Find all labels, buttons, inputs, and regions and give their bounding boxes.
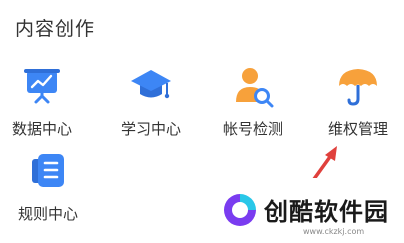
grid-item-rights-protection[interactable]: 维权管理 <box>313 64 403 139</box>
grid-item-label: 维权管理 <box>327 120 388 138</box>
section-title: 内容创作 <box>15 18 96 40</box>
grid-item-learning-center[interactable]: 学习中心 <box>106 64 196 139</box>
umbrella-icon <box>339 69 377 106</box>
watermark-name: 创酷软件园 <box>264 198 389 226</box>
watermark: 创酷软件园 www.ckzkj.com <box>206 178 404 243</box>
grid-item-label: 学习中心 <box>120 120 181 138</box>
user-search-icon <box>236 68 274 108</box>
grid-item-rules-center[interactable]: 规则中心 <box>3 149 93 224</box>
presentation-chart-icon <box>24 69 60 104</box>
graduation-cap-icon <box>131 70 171 99</box>
grid-item-account-check[interactable]: 帐号检测 <box>208 64 298 139</box>
grid-item-label: 数据中心 <box>11 120 72 138</box>
rulebook-icon <box>32 154 64 187</box>
watermark-logo-icon <box>224 194 256 226</box>
watermark-url: www.ckzkj.com <box>303 227 365 236</box>
grid-item-data-center[interactable]: 数据中心 <box>0 64 87 139</box>
grid-item-label: 帐号检测 <box>222 120 283 138</box>
grid-item-label: 规则中心 <box>17 205 78 223</box>
